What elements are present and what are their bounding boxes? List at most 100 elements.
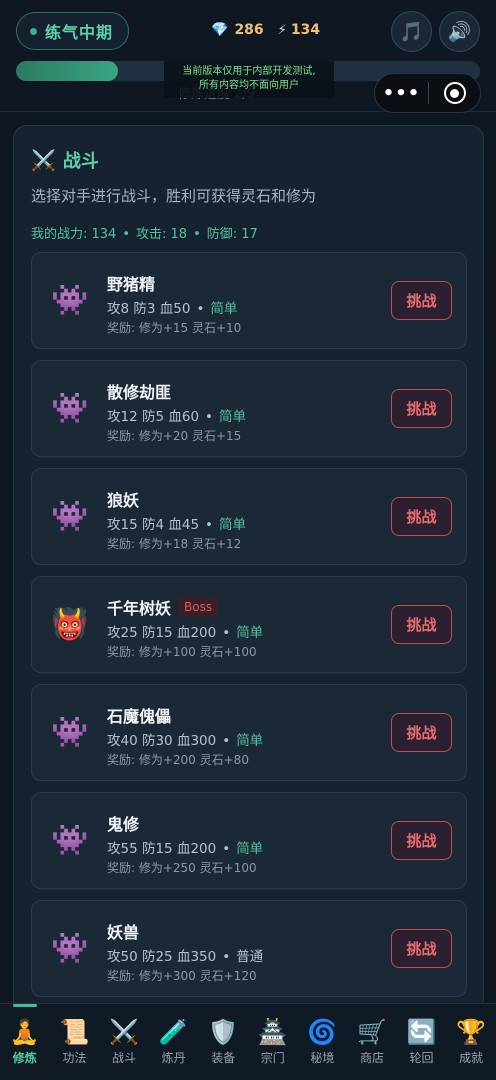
enemy-name-row: 千年树妖 Boss <box>107 595 219 619</box>
close-miniprogram-button[interactable] <box>429 82 480 104</box>
enemy-stats: 攻12 防5 血60 • 简单 <box>107 409 246 425</box>
enemy-name-row: 鬼修 <box>107 811 139 835</box>
nav-label: 宗门 <box>260 1051 285 1065</box>
enemy-card: 👾 石魔傀儡 攻40 防30 血300 • 简单 奖励: 修为+200 灵石+80 … <box>31 684 467 781</box>
panel-title: ⚔️ 战斗 <box>31 147 99 173</box>
crossed-swords-icon: ⚔️ <box>31 148 56 172</box>
challenge-button[interactable]: 挑战 <box>391 605 452 644</box>
space-invader-icon: 👾 <box>51 499 89 534</box>
enemy-difficulty: 简单 <box>236 733 264 749</box>
challenge-button[interactable]: 挑战 <box>391 821 452 860</box>
nav-icon: 🏯 <box>257 1018 288 1046</box>
enemy-difficulty: 简单 <box>236 841 264 857</box>
more-menu-button[interactable]: ••• <box>375 83 428 104</box>
enemy-stats: 攻25 防15 血200 • 简单 <box>107 625 264 641</box>
sound-button[interactable]: 🔊 <box>439 11 480 52</box>
nav-icon: 🛡️ <box>208 1018 239 1046</box>
notice-line-1: 当前版本仅用于内部开发测试, <box>182 66 316 77</box>
nav-label: 炼丹 <box>161 1051 186 1065</box>
miniprogram-capsule: ••• <box>374 73 481 113</box>
nav-label: 修炼 <box>12 1051 37 1065</box>
battle-panel: ⚔️ 战斗 选择对手进行战斗，胜利可获得灵石和修为 我的战力: 134 • 攻击: … <box>13 125 484 1015</box>
nav-item-功法[interactable]: 📜 功法 <box>50 1004 100 1080</box>
nav-label: 成就 <box>459 1051 484 1065</box>
nav-item-炼丹[interactable]: 🧪 炼丹 <box>149 1004 199 1080</box>
enemy-card: 👾 散修劫匪 攻12 防5 血60 • 简单 奖励: 修为+20 灵石+15 挑战 <box>31 360 467 457</box>
enemy-reward: 奖励: 修为+15 灵石+10 <box>107 321 242 335</box>
enemy-list: 👾 野猪精 攻8 防3 血50 • 简单 奖励: 修为+15 灵石+10 挑战 👾 … <box>31 252 467 1008</box>
nav-label: 装备 <box>211 1051 236 1065</box>
enemy-card: 👹 千年树妖 Boss 攻25 防15 血200 • 简单 奖励: 修为+100 灵石… <box>31 576 467 673</box>
resource-stats: 💎 286 ⚡ 134 <box>211 22 320 38</box>
enemy-card: 👾 鬼修 攻55 防15 血200 • 简单 奖励: 修为+250 灵石+100 挑… <box>31 792 467 889</box>
nav-item-修炼[interactable]: 🧘 修炼 <box>0 1004 50 1080</box>
enemy-difficulty: 简单 <box>219 409 246 425</box>
nav-label: 商店 <box>359 1051 384 1065</box>
music-button[interactable]: 🎵 <box>391 11 432 52</box>
nav-icon: 🔄 <box>406 1018 437 1046</box>
enemy-card: 👾 狼妖 攻15 防4 血45 • 简单 奖励: 修为+18 灵石+12 挑战 <box>31 468 467 565</box>
enemy-stats: 攻8 防3 血50 • 简单 <box>107 301 238 317</box>
bottom-navigation: 🧘 修炼 📜 功法 ⚔️ 战斗 🧪 炼丹 🛡️ 装备 🏯 宗门 🌀 秘境 🛒 商… <box>0 1003 496 1080</box>
my-defense: 防御: 17 <box>206 227 258 242</box>
enemy-attributes: 攻40 防30 血300 <box>107 733 217 749</box>
space-invader-icon: 👾 <box>51 283 89 318</box>
nav-item-成就[interactable]: 🏆 成就 <box>446 1004 496 1080</box>
nav-icon: 🌀 <box>307 1018 338 1046</box>
enemy-stats: 攻40 防30 血300 • 简单 <box>107 733 264 749</box>
challenge-button[interactable]: 挑战 <box>391 929 452 968</box>
boss-badge: Boss <box>178 597 219 617</box>
enemy-name-row: 石魔傀儡 <box>107 703 171 727</box>
nav-item-轮回[interactable]: 🔄 轮回 <box>397 1004 447 1080</box>
enemy-name: 妖兽 <box>107 923 140 942</box>
enemy-name-row: 散修劫匪 <box>107 379 171 403</box>
enemy-card: 👾 野猪精 攻8 防3 血50 • 简单 奖励: 修为+15 灵石+10 挑战 <box>31 252 467 349</box>
nav-item-战斗[interactable]: ⚔️ 战斗 <box>99 1004 149 1080</box>
enemy-difficulty: 简单 <box>219 517 246 533</box>
enemy-attributes: 攻25 防15 血200 <box>107 625 217 641</box>
enemy-difficulty: 普通 <box>236 949 264 965</box>
nav-item-商店[interactable]: 🛒 商店 <box>347 1004 397 1080</box>
enemy-name: 鬼修 <box>107 815 140 834</box>
battle-subtitle: 选择对手进行战斗，胜利可获得灵石和修为 <box>31 187 317 205</box>
enemy-stats: 攻55 防15 血200 • 简单 <box>107 841 264 857</box>
nav-item-装备[interactable]: 🛡️ 装备 <box>198 1004 248 1080</box>
enemy-reward: 奖励: 修为+300 灵石+120 <box>107 969 257 983</box>
enemy-stats: 攻15 防4 血45 • 简单 <box>107 517 246 533</box>
status-dot-icon <box>30 27 37 35</box>
spirit-stone-count: 286 <box>234 22 264 38</box>
speaker-icon: 🔊 <box>447 21 472 43</box>
battle-title: 战斗 <box>62 151 99 172</box>
nav-icon: 🛒 <box>357 1018 387 1046</box>
challenge-button[interactable]: 挑战 <box>391 713 452 752</box>
nav-item-宗门[interactable]: 🏯 宗门 <box>248 1004 298 1080</box>
enemy-reward: 奖励: 修为+20 灵石+15 <box>107 429 242 443</box>
enemy-name-row: 野猪精 <box>107 271 155 295</box>
my-power: 我的战力: 134 <box>31 227 117 242</box>
nav-label: 轮回 <box>409 1051 434 1065</box>
challenge-button[interactable]: 挑战 <box>391 497 452 536</box>
challenge-button[interactable]: 挑战 <box>391 389 452 428</box>
nav-item-秘境[interactable]: 🌀 秘境 <box>298 1004 348 1080</box>
nav-icon: 🧘 <box>9 1018 40 1046</box>
lightning-icon: ⚡ <box>277 22 287 38</box>
nav-icon: 🏆 <box>456 1018 487 1046</box>
top-bar: 练气中期 💎 286 ⚡ 134 🎵 🔊 修炼进度 2/9 当前版本仅用于内部开… <box>0 0 496 113</box>
realm-badge[interactable]: 练气中期 <box>16 12 129 50</box>
enemy-reward: 奖励: 修为+250 灵石+100 <box>107 861 257 875</box>
enemy-name: 狼妖 <box>107 491 140 510</box>
challenge-button[interactable]: 挑战 <box>391 281 452 320</box>
space-invader-icon: 👾 <box>51 823 89 858</box>
enemy-attributes: 攻15 防4 血45 <box>107 517 200 533</box>
enemy-attributes: 攻8 防3 血50 <box>107 301 191 317</box>
dev-notice: 当前版本仅用于内部开发测试, 所有内容均不面向用户 <box>164 61 334 98</box>
active-tab-indicator <box>13 1004 37 1007</box>
my-attack: 攻击: 18 <box>136 227 188 242</box>
enemy-name: 千年树妖 <box>107 599 172 618</box>
enemy-name: 散修劫匪 <box>107 383 172 402</box>
nav-label: 功法 <box>62 1051 87 1065</box>
enemy-difficulty: 简单 <box>236 625 264 641</box>
space-invader-icon: 👾 <box>51 931 89 966</box>
space-invader-icon: 👾 <box>51 715 89 750</box>
nav-icon: ⚔️ <box>109 1018 139 1046</box>
